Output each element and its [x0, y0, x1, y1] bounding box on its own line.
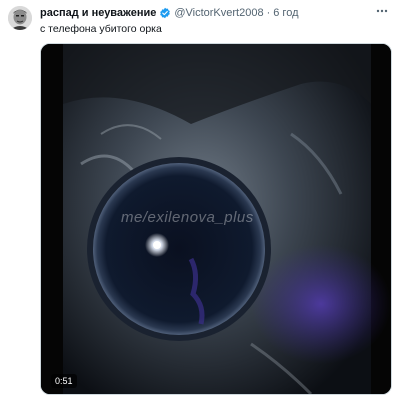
avatar[interactable]	[8, 6, 32, 30]
tweet-timestamp[interactable]: 6 год	[273, 6, 298, 20]
user-handle[interactable]: @VictorKvert2008	[174, 6, 263, 20]
separator-dot: ·	[266, 7, 271, 19]
tweet[interactable]: распад и неуважение @VictorKvert2008 · 6…	[0, 0, 400, 400]
display-name[interactable]: распад и неуважение	[40, 6, 156, 20]
verified-badge-icon	[159, 7, 171, 19]
tweet-text: с телефона убитого орка	[40, 23, 162, 35]
video-player[interactable]: me/exilenova_plus 0:51	[40, 43, 392, 395]
avatar-image	[8, 6, 32, 30]
video-duration: 0:51	[51, 374, 77, 388]
tweet-header: распад и неуважение @VictorKvert2008 · 6…	[40, 6, 370, 20]
more-options-icon[interactable]	[374, 4, 390, 18]
video-watermark: me/exilenova_plus	[121, 209, 254, 226]
